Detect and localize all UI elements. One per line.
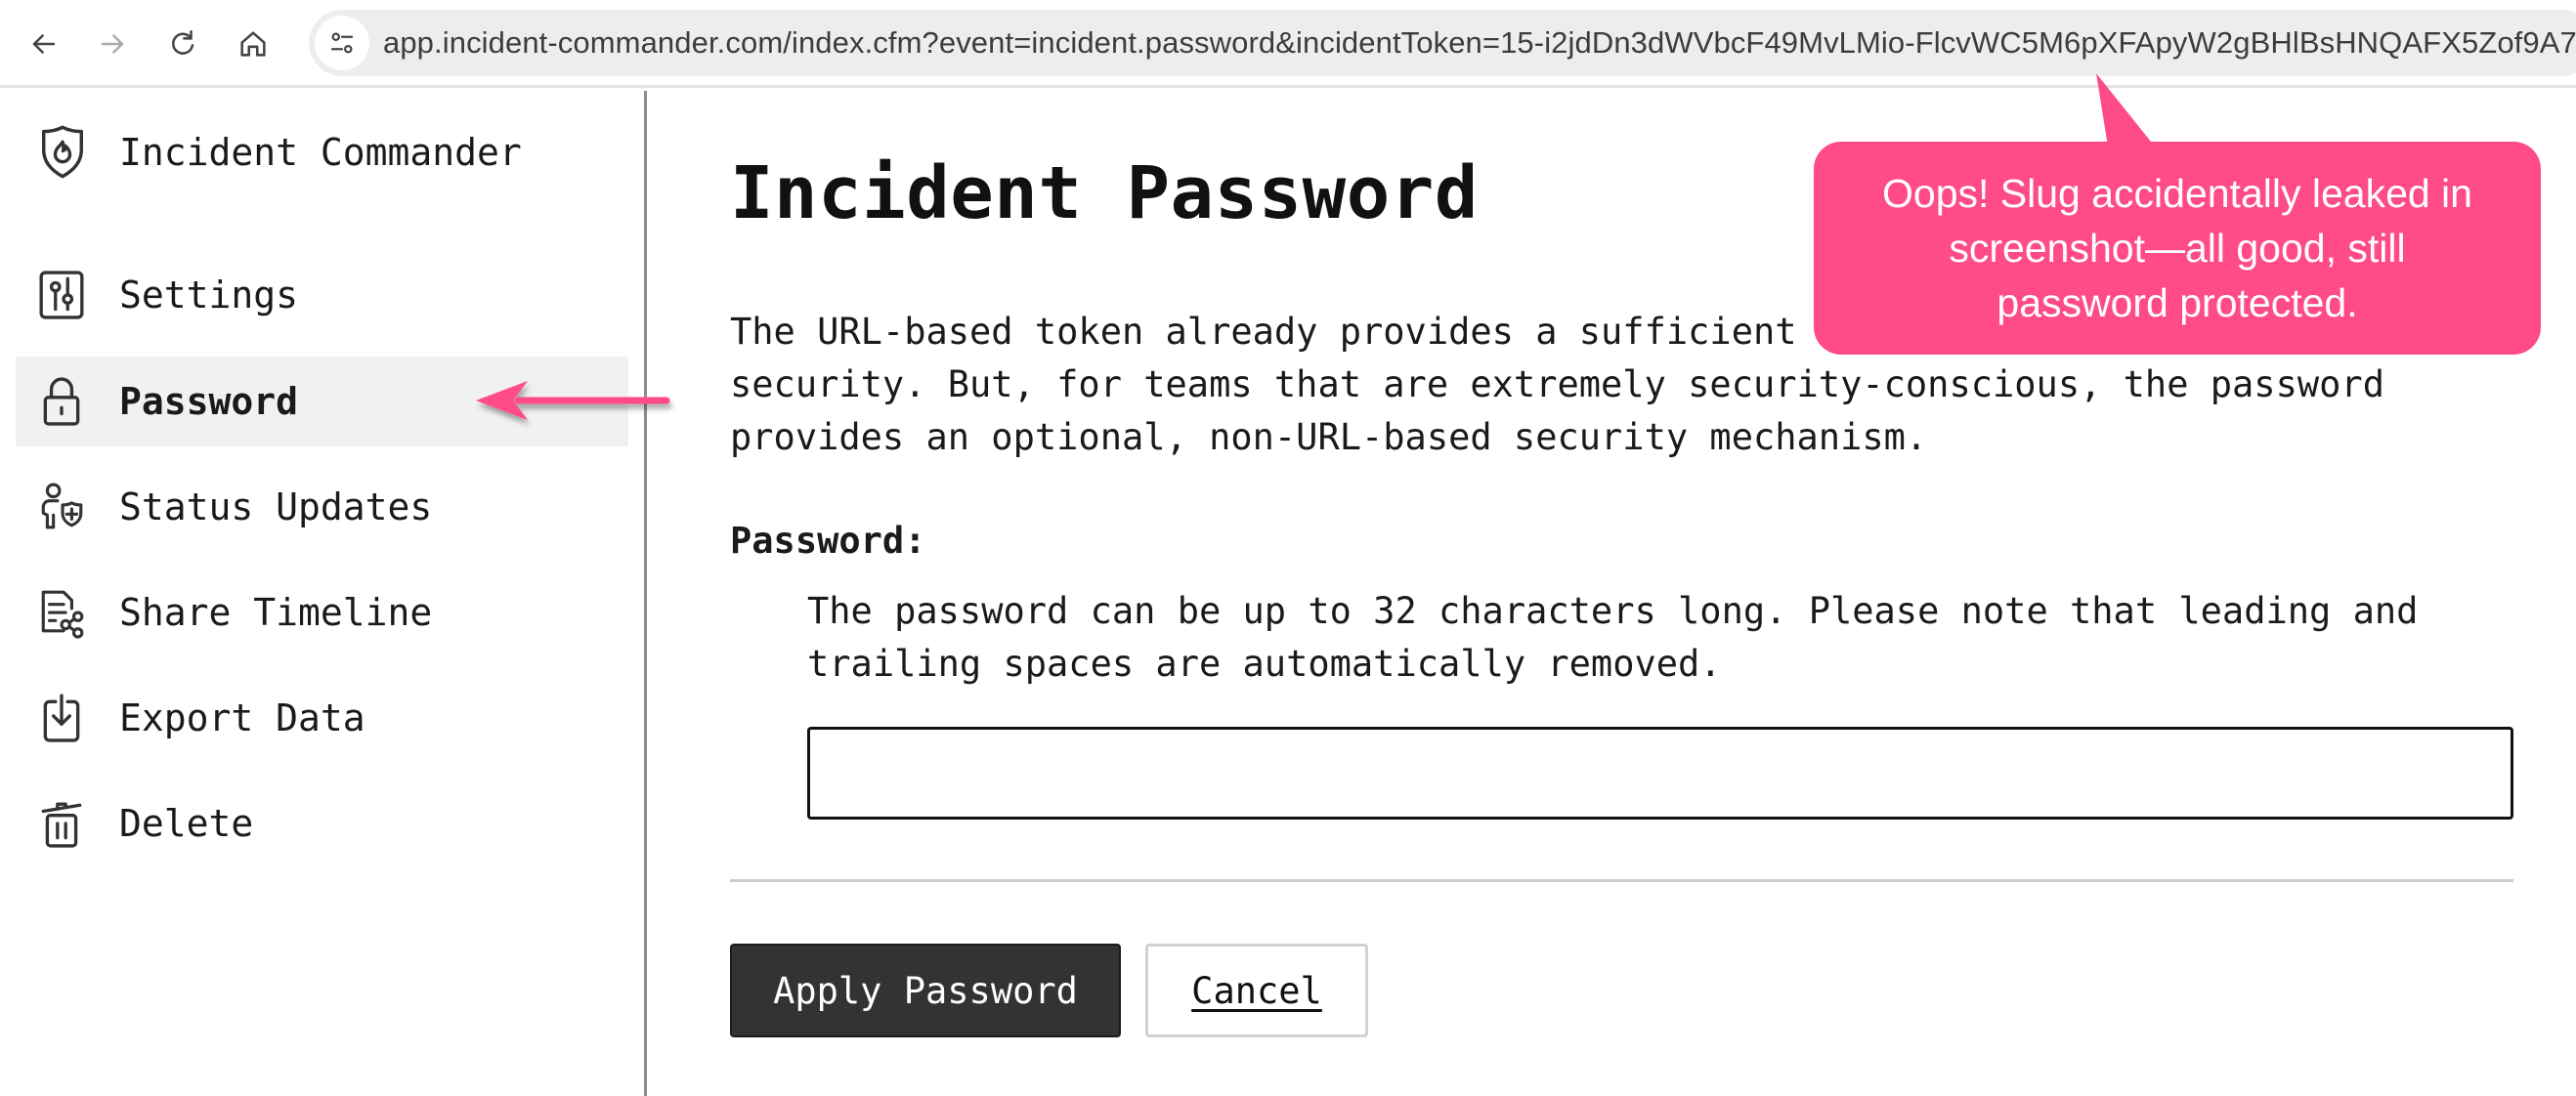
download-icon [37, 691, 86, 745]
sidebar-item-label: Export Data [119, 696, 365, 739]
brand[interactable]: Incident Commander [0, 120, 625, 185]
lock-icon [37, 374, 86, 429]
sidebar-item-label: Share Timeline [119, 591, 433, 634]
sidebar-item-status-updates[interactable]: Status Updates [16, 462, 628, 552]
annotation-callout: Oops! Slug accidentally leaked in screen… [1814, 142, 2541, 355]
apply-password-button[interactable]: Apply Password [730, 944, 1121, 1037]
form-divider [730, 879, 2513, 882]
sidebar-item-delete[interactable]: Delete [16, 779, 628, 868]
page-title: Incident Password [730, 151, 1479, 235]
intro-line: provides an optional, non-URL-based secu… [730, 416, 1928, 458]
sidebar-item-label: Settings [119, 274, 299, 316]
browser-toolbar: app.incident-commander.com/index.cfm?eve… [0, 0, 2576, 88]
site-info-button[interactable] [315, 16, 369, 70]
arrow-right-icon [101, 34, 124, 54]
document-share-icon [37, 585, 86, 640]
help-line: trailing spaces are automatically remove… [807, 643, 1722, 685]
sidebar-item-share-timeline[interactable]: Share Timeline [16, 568, 628, 657]
sliders-icon [37, 268, 86, 322]
password-label: Password: [730, 520, 926, 562]
brand-label: Incident Commander [119, 131, 522, 174]
user-shield-icon [37, 480, 86, 534]
home-icon [240, 31, 266, 57]
password-input[interactable] [807, 727, 2513, 820]
back-button[interactable] [21, 21, 66, 66]
intro-line: security. But, for teams that are extrem… [730, 363, 2384, 405]
tune-icon [330, 32, 354, 54]
arrow-left-icon [32, 34, 56, 54]
forward-button[interactable] [90, 21, 135, 66]
reload-icon [171, 29, 194, 55]
shield-flame-icon [42, 125, 83, 179]
sidebar-item-settings[interactable]: Settings [16, 250, 628, 340]
sidebar: Incident Commander Settings Password Sta… [0, 91, 647, 1096]
url-text[interactable]: app.incident-commander.com/index.cfm?eve… [383, 25, 2576, 61]
sidebar-item-label: Status Updates [119, 485, 433, 528]
sidebar-item-label: Password [119, 380, 299, 423]
callout-text: Oops! Slug accidentally leaked in screen… [1882, 171, 2472, 325]
sidebar-item-label: Delete [119, 802, 254, 845]
address-bar[interactable]: app.incident-commander.com/index.cfm?eve… [309, 10, 2576, 76]
reload-button[interactable] [160, 21, 205, 66]
cancel-button[interactable]: Cancel [1145, 944, 1368, 1037]
help-line: The password can be up to 32 characters … [807, 590, 2419, 632]
sidebar-item-password[interactable]: Password [16, 357, 628, 446]
home-button[interactable] [231, 21, 276, 66]
trash-icon [37, 796, 86, 851]
sidebar-item-export-data[interactable]: Export Data [16, 673, 628, 763]
password-help-text: The password can be up to 32 characters … [807, 585, 2418, 691]
